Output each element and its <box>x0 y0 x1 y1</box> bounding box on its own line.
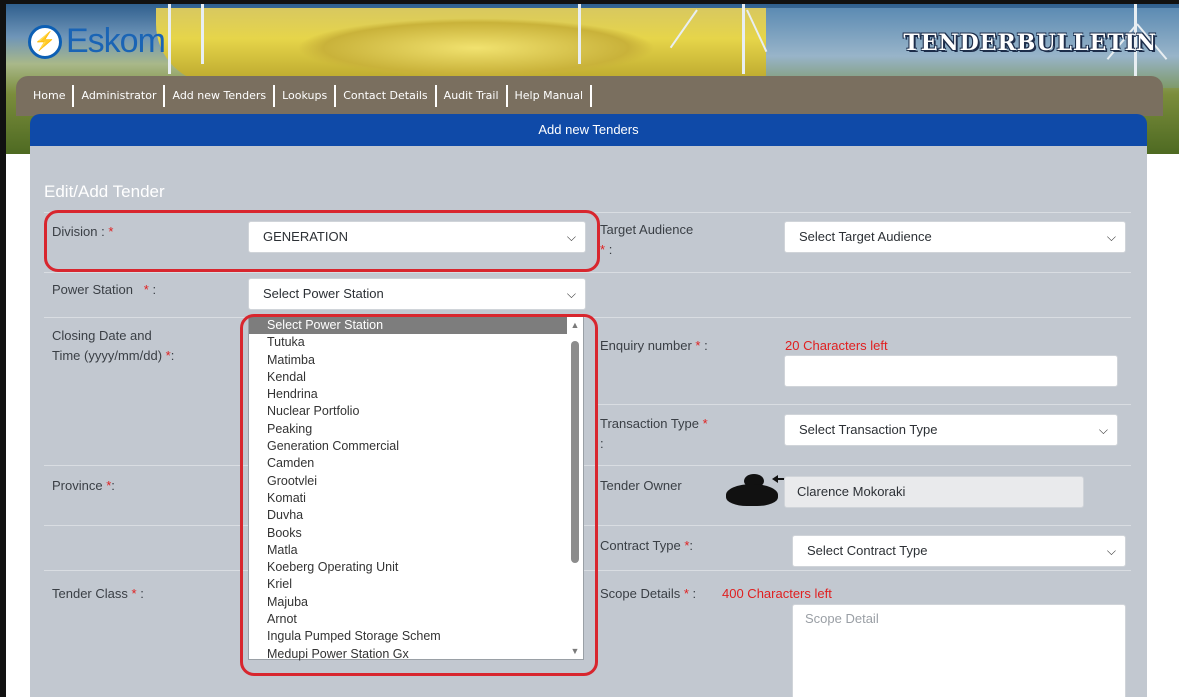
banner-field-image <box>156 8 796 84</box>
contract-type-label: Contract Type *: <box>600 538 694 553</box>
eskom-logo[interactable]: ⚡ Eskom <box>28 22 166 61</box>
chevron-down-icon: ⌵ <box>566 287 576 301</box>
tender-class-label: Tender Class * : <box>52 586 144 601</box>
tender-owner-label: Tender Owner <box>600 478 682 493</box>
section-title: Add new Tenders <box>30 114 1147 146</box>
nav-lookups[interactable]: Lookups <box>275 85 337 107</box>
contract-type-select[interactable]: Select Contract Type ⌵ <box>792 535 1126 567</box>
scope-details-counter: 400 Characters left <box>722 586 832 601</box>
tender-bulletin-title: TENDERBULLETIN <box>903 30 1157 56</box>
power-station-label: Power Station * : <box>52 282 157 297</box>
dropdown-highlight <box>240 314 598 676</box>
enquiry-number-input[interactable] <box>784 355 1118 387</box>
scope-details-label: Scope Details * : <box>600 586 697 601</box>
division-highlight <box>44 210 600 272</box>
power-station-select[interactable]: Select Power Station ⌵ <box>248 278 586 310</box>
window-border <box>0 0 1179 4</box>
nav-contact-details[interactable]: Contact Details <box>336 85 437 107</box>
nav-help-manual[interactable]: Help Manual <box>508 85 593 107</box>
chevron-down-icon: ⌵ <box>1106 230 1116 244</box>
nav-audit-trail[interactable]: Audit Trail <box>437 85 508 107</box>
enquiry-number-counter: 20 Characters left <box>785 338 888 353</box>
app-window: ⚡ Eskom TENDERBULLETIN Home Administrato… <box>0 0 1179 697</box>
turbine-tower-icon <box>201 4 204 64</box>
enquiry-number-label: Enquiry number * : <box>600 338 708 353</box>
province-label: Province *: <box>52 478 115 493</box>
target-audience-select[interactable]: Select Target Audience ⌵ <box>784 221 1126 253</box>
turbine-tower-icon <box>168 4 171 74</box>
turbine-tower-icon <box>742 4 745 74</box>
chevron-down-icon: ⌵ <box>1098 423 1108 437</box>
closing-date-label: Closing Date and Time (yyyy/mm/dd) *: <box>52 328 175 363</box>
chevron-down-icon: ⌵ <box>1106 544 1116 558</box>
nav-add-new-tenders[interactable]: Add new Tenders <box>165 85 276 107</box>
target-audience-label: Target Audience * : <box>600 222 694 257</box>
tender-owner-field: Clarence Mokoraki <box>784 476 1084 508</box>
form-title: Edit/Add Tender <box>44 182 165 201</box>
nav-home[interactable]: Home <box>26 85 75 107</box>
turbine-tower-icon <box>578 4 581 64</box>
row-divider <box>596 404 1131 405</box>
row-divider <box>44 272 1131 273</box>
window-border <box>0 0 6 697</box>
user-avatar-icon <box>722 474 788 506</box>
eskom-logo-text: Eskom <box>66 22 166 60</box>
main-nav: Home Administrator Add new Tenders Looku… <box>16 76 1163 116</box>
scope-details-textarea[interactable]: Scope Detail <box>792 604 1126 697</box>
transaction-type-select[interactable]: Select Transaction Type ⌵ <box>784 414 1118 446</box>
eskom-logo-icon: ⚡ <box>28 24 62 59</box>
transaction-type-label: Transaction Type * : <box>600 416 708 451</box>
nav-administrator[interactable]: Administrator <box>74 85 166 107</box>
